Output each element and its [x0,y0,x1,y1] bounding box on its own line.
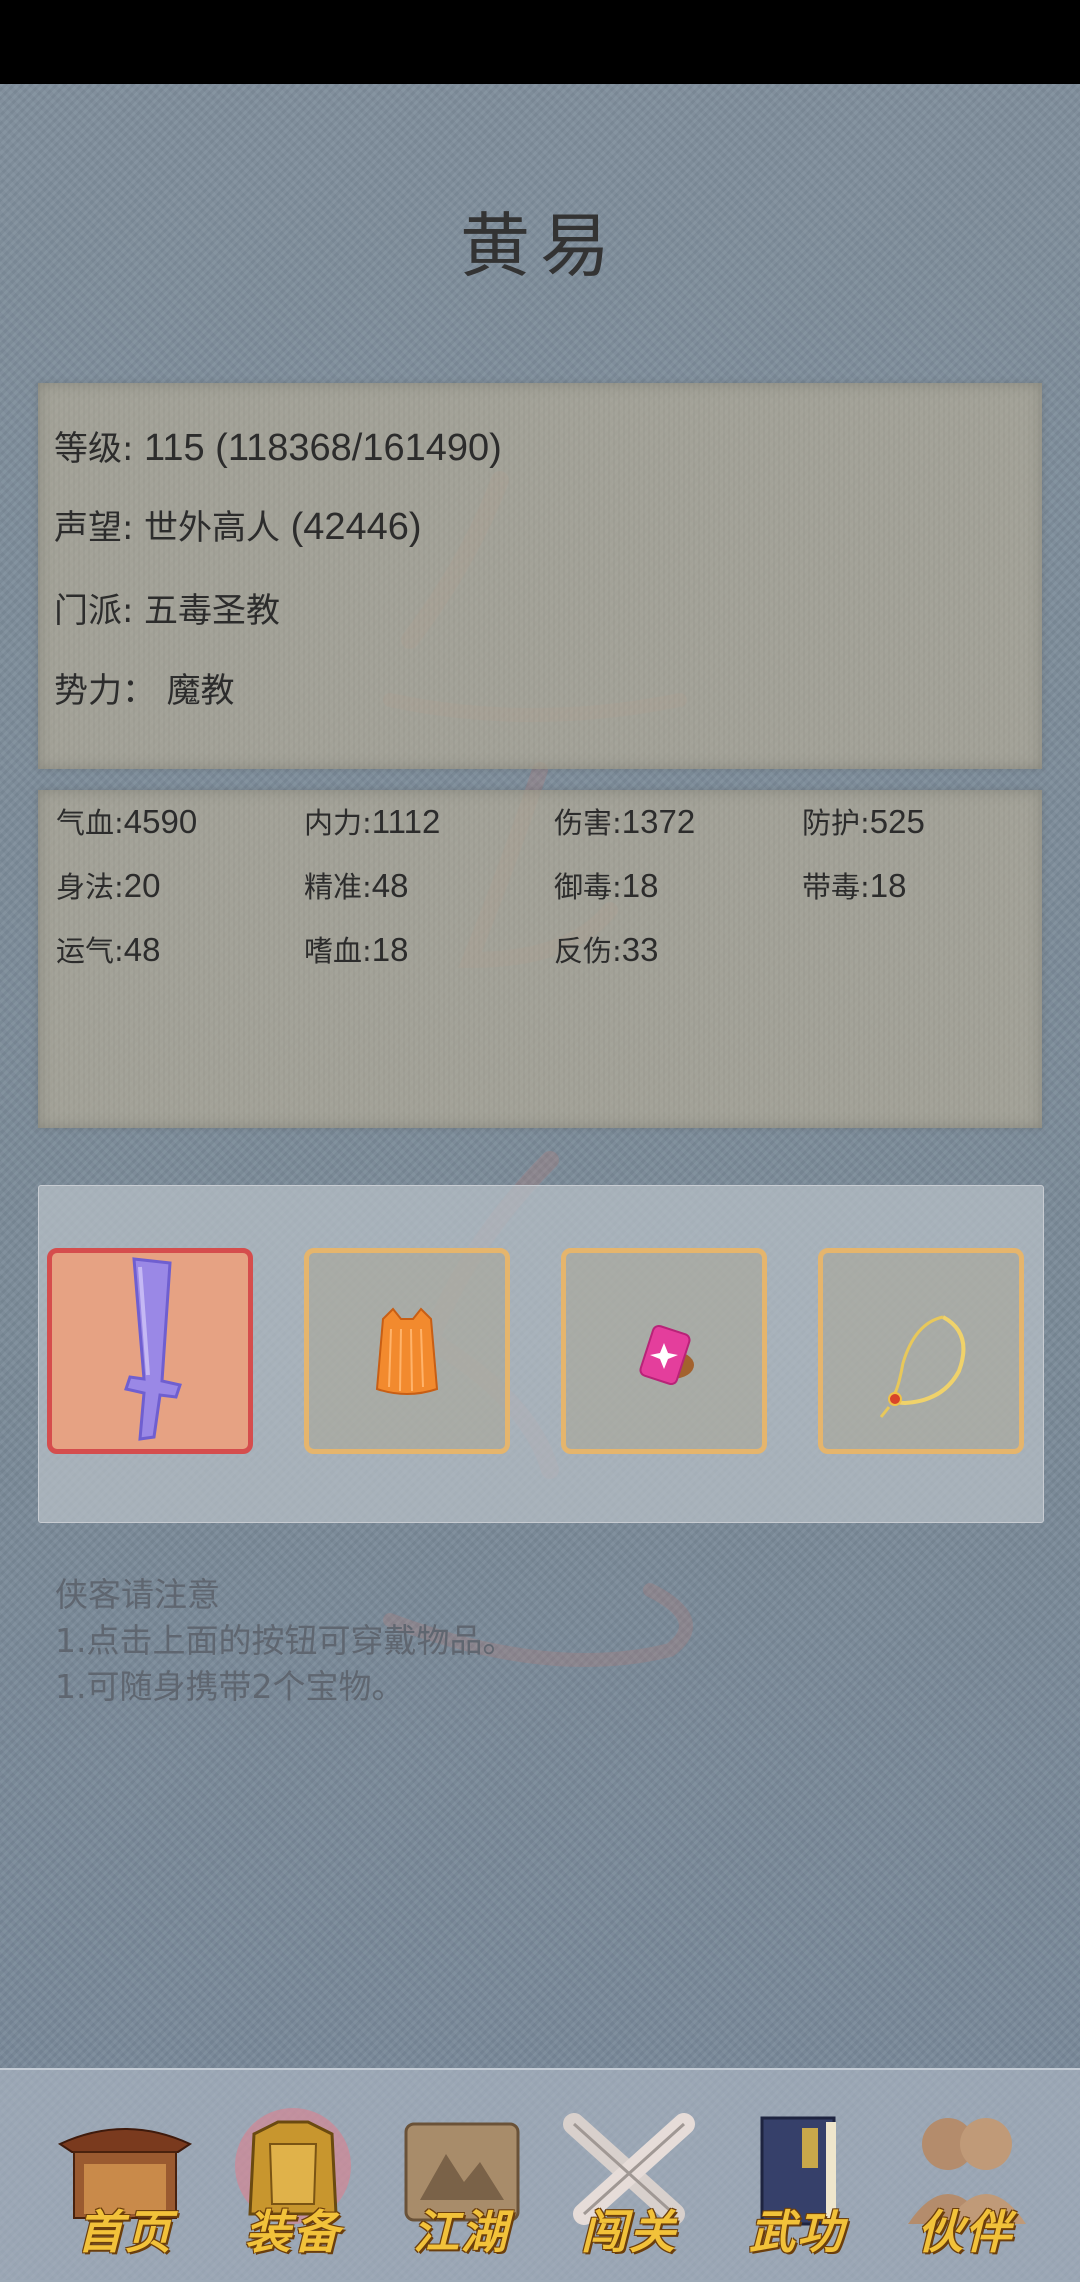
note-line: 1.可随身携带2个宝物。 [55,1667,405,1706]
stat-value: 1112 [371,803,441,840]
nav-jianghu[interactable]: 江湖 [386,2104,536,2259]
stat-luck: 运气:48 [56,928,161,970]
faction-label: 势力： [54,671,156,711]
stat-label: 嗜血: [304,934,372,968]
stat-lifesteal: 嗜血:18 [304,928,409,970]
level-value: 115 (118368/161490) [144,427,502,469]
stat-reflect: 反伤:33 [554,928,659,970]
nav-home[interactable]: 首页 [50,2104,200,2259]
stat-value: 18 [621,867,659,904]
stat-value: 1372 [621,803,696,840]
notes-section: 侠客请注意 1.点击上面的按钮可穿戴物品。 1.可随身携带2个宝物。 [55,1572,516,1710]
sect-row: 门派: 五毒圣教 [54,583,280,632]
stat-accuracy: 精准:48 [304,864,409,906]
fame-label: 声望: [54,508,134,548]
stat-damage: 伤害:1372 [554,800,695,842]
stat-poison-resist: 御毒:18 [554,864,659,906]
sect-label: 门派: [54,591,134,631]
stat-inner-power: 内力:1112 [304,800,440,842]
stat-label: 带毒: [802,870,870,904]
fame-row: 声望: 世外高人 (42446) [54,500,422,549]
stat-label: 反伤: [554,934,622,968]
nav-label: 江湖 [413,2205,509,2259]
attributes-panel: 气血:4590 内力:1112 伤害:1372 防护:525 身法:20 精准:… [38,790,1042,1128]
stat-poison: 带毒:18 [802,864,907,906]
gem-icon [639,1324,694,1386]
level-label: 等级: [54,429,134,469]
fame-value: (42446) [290,506,422,548]
equipment-slot-weapon[interactable] [47,1248,253,1454]
stat-label: 伤害: [554,806,622,840]
note-line: 1.点击上面的按钮可穿戴物品。 [55,1621,516,1660]
stat-label: 身法: [56,870,124,904]
stat-label: 运气: [56,934,124,968]
nav-label: 首页 [77,2205,173,2259]
armor-icon [375,1307,439,1395]
equipment-slot-armor[interactable] [304,1248,510,1454]
stat-agility: 身法:20 [56,864,161,906]
equipment-panel [38,1185,1044,1523]
stat-value: 525 [869,803,925,840]
stat-value: 48 [123,931,161,968]
stat-label: 精准: [304,870,372,904]
nav-label: 装备 [245,2205,341,2259]
faction-row: 势力： 魔教 [54,663,235,712]
nav-challenge[interactable]: 闯关 [554,2104,704,2259]
stat-hp: 气血:4590 [56,800,197,842]
stat-value: 48 [371,867,409,904]
stat-label: 内力: [304,806,372,840]
equipment-slot-treasure[interactable] [561,1248,767,1454]
stat-value: 18 [869,867,907,904]
fame-title: 世外高人 [144,508,281,548]
stat-label: 防护: [802,806,870,840]
notes-heading: 侠客请注意 [55,1575,220,1614]
character-info-panel: 等级: 115 (118368/161490) 声望: 世外高人 (42446)… [38,383,1042,769]
equipment-slot-accessory[interactable] [818,1248,1024,1454]
page-title: 黄易 [460,205,620,287]
status-bar [0,0,1080,84]
faction-value: 魔教 [166,671,235,711]
nav-label: 闯关 [581,2205,677,2259]
level-row: 等级: 115 (118368/161490) [54,421,502,470]
stat-label: 御毒: [554,870,622,904]
sword-icon [124,1257,182,1441]
nav-martial-arts[interactable]: 武功 [722,2104,872,2259]
stat-value: 33 [621,931,659,968]
stat-value: 20 [123,867,161,904]
stat-value: 4590 [123,803,198,840]
nav-equipment[interactable]: 装备 [218,2104,368,2259]
nav-label: 伙伴 [917,2205,1013,2259]
stat-defense: 防护:525 [802,800,925,842]
sect-value: 五毒圣教 [144,591,281,631]
necklace-icon [879,1315,966,1418]
nav-companions[interactable]: 伙伴 [890,2104,1040,2259]
nav-label: 武功 [749,2205,845,2259]
stat-label: 气血: [56,806,124,840]
stat-value: 18 [371,931,409,968]
bottom-nav: 首页 装备 江湖 闯关 武功 伙伴 [0,2068,1080,2282]
